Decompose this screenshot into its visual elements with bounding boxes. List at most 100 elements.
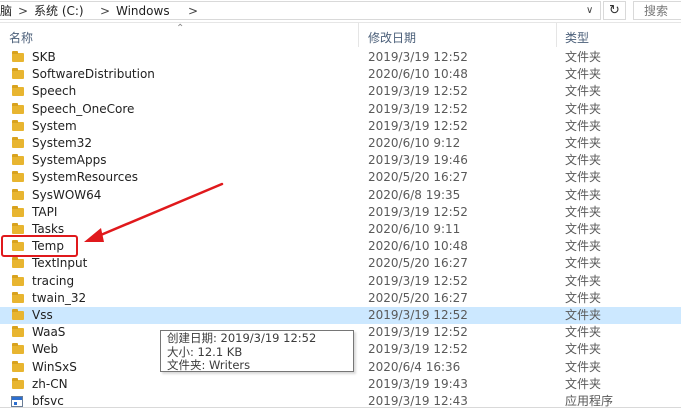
file-modified-date: 2019/3/19 12:52: [368, 204, 468, 219]
folder-icon: [12, 360, 24, 372]
application-icon: [11, 396, 23, 407]
file-row[interactable]: Temp 2020/6/10 10:48 文件夹: [0, 238, 681, 255]
folder-icon: [12, 68, 24, 80]
highlight-box: [1, 235, 78, 257]
column-header-bar: ⌃ 名称 修改日期 类型: [0, 23, 681, 47]
chevron-right-icon[interactable]: >: [100, 2, 110, 20]
folder-icon: [12, 309, 24, 320]
file-modified-date: 2019/3/19 19:43: [368, 376, 468, 391]
address-bar: 脑 > 系统 (C:) > Windows > ∨ ↻ 搜索: [0, 0, 681, 23]
file-type: 文件夹: [565, 50, 602, 64]
file-row[interactable]: Tasks 2020/6/10 9:11 文件夹: [0, 221, 681, 238]
search-placeholder: 搜索: [644, 4, 669, 18]
file-row[interactable]: SoftwareDistribution 2020/6/10 10:48 文件夹: [0, 66, 681, 83]
folder-icon: [12, 291, 24, 303]
file-type: 文件夹: [565, 376, 602, 391]
file-type: 文件夹: [565, 118, 602, 133]
refresh-button[interactable]: ↻: [603, 1, 626, 20]
file-type: 文件夹: [565, 222, 602, 236]
column-divider[interactable]: [358, 23, 359, 47]
file-name: tracing: [32, 273, 75, 288]
chevron-right-icon[interactable]: >: [188, 2, 198, 20]
file-name: SysWOW64: [32, 187, 102, 202]
file-type: 文件夹: [565, 290, 602, 305]
folder-icon: [12, 171, 24, 183]
file-modified-date: 2019/3/19 12:52: [368, 50, 468, 64]
file-modified-date: 2020/6/8 19:35: [368, 187, 461, 202]
file-modified-date: 2020/5/20 16:27: [368, 290, 468, 305]
file-type: 文件夹: [565, 239, 602, 254]
file-row[interactable]: SKB 2019/3/19 12:52 文件夹: [0, 49, 681, 66]
chevron-down-icon[interactable]: ∨: [586, 2, 593, 20]
file-name: zh-CN: [32, 376, 68, 391]
file-type: 文件夹: [565, 170, 602, 185]
file-type: 文件夹: [565, 101, 602, 116]
column-header-type[interactable]: 类型: [565, 29, 589, 46]
tooltip-size: 大小: 12.1 KB: [167, 344, 243, 359]
file-row[interactable]: SystemResources 2020/5/20 16:27 文件夹: [0, 169, 681, 186]
folder-icon: [12, 137, 24, 148]
file-row[interactable]: System 2019/3/19 12:52 文件夹: [0, 118, 681, 135]
column-header-name[interactable]: 名称: [9, 29, 33, 46]
file-row[interactable]: SysWOW64 2020/6/8 19:35 文件夹: [0, 187, 681, 204]
file-row[interactable]: TAPI 2019/3/19 12:52 文件夹: [0, 204, 681, 221]
file-name: System: [32, 118, 77, 133]
file-modified-date: 2019/3/19 12:52: [368, 325, 468, 340]
file-type: 文件夹: [565, 187, 602, 202]
sort-ascending-icon: ⌃: [176, 23, 185, 34]
file-row[interactable]: SystemApps 2019/3/19 19:46 文件夹: [0, 152, 681, 169]
breadcrumb-item-drive[interactable]: 系统 (C:): [34, 2, 84, 20]
file-name: TAPI: [32, 204, 58, 219]
file-type: 文件夹: [565, 273, 602, 288]
file-modified-date: 2020/6/10 9:12: [368, 136, 461, 150]
file-type: 文件夹: [565, 204, 602, 219]
file-modified-date: 2019/3/19 12:52: [368, 308, 468, 322]
search-input[interactable]: 搜索: [633, 1, 681, 20]
file-modified-date: 2020/6/4 16:36: [368, 359, 461, 374]
file-type: 文件夹: [565, 136, 602, 150]
file-type: 文件夹: [565, 308, 602, 322]
folder-icon: [12, 223, 24, 234]
file-type: 文件夹: [565, 67, 602, 82]
file-row[interactable]: TextInput 2020/5/20 16:27 文件夹: [0, 255, 681, 272]
file-row[interactable]: Vss 2019/3/19 12:52 文件夹: [0, 307, 681, 324]
folder-icon: [12, 119, 24, 131]
file-name: SystemResources: [32, 170, 139, 185]
file-name: twain_32: [32, 290, 87, 305]
tooltip-created-date: 创建日期: 2019/3/19 12:52: [167, 331, 317, 345]
file-modified-date: 2020/6/10 10:48: [368, 239, 468, 254]
file-modified-date: 2020/6/10 10:48: [368, 67, 468, 82]
file-name: SKB: [32, 50, 56, 64]
chevron-right-icon[interactable]: >: [18, 2, 28, 20]
file-modified-date: 2019/3/19 12:52: [368, 273, 468, 288]
divider: [0, 407, 681, 408]
file-name: System32: [32, 136, 93, 150]
breadcrumb[interactable]: 脑 > 系统 (C:) > Windows > ∨: [0, 1, 601, 20]
folder-icon: [12, 154, 24, 166]
column-header-date[interactable]: 修改日期: [368, 29, 416, 46]
folder-icon: [12, 205, 24, 217]
breadcrumb-item-computer[interactable]: 脑: [0, 2, 12, 20]
file-modified-date: 2019/3/19 12:52: [368, 84, 468, 99]
file-row[interactable]: zh-CN 2019/3/19 19:43 文件夹: [0, 376, 681, 393]
file-name: SoftwareDistribution: [32, 67, 155, 82]
file-type: 文件夹: [565, 342, 602, 357]
file-row[interactable]: System32 2020/6/10 9:12 文件夹: [0, 135, 681, 152]
file-row[interactable]: Speech 2019/3/19 12:52 文件夹: [0, 83, 681, 100]
folder-icon: [12, 85, 24, 97]
refresh-icon: ↻: [609, 3, 620, 18]
folder-icon: [12, 274, 24, 286]
file-modified-date: 2020/5/20 16:27: [368, 256, 468, 271]
file-modified-date: 2019/3/19 19:46: [368, 153, 468, 168]
file-row[interactable]: twain_32 2020/5/20 16:27 文件夹: [0, 290, 681, 307]
column-divider[interactable]: [556, 23, 557, 47]
file-row[interactable]: Speech_OneCore 2019/3/19 12:52 文件夹: [0, 101, 681, 118]
file-row[interactable]: tracing 2019/3/19 12:52 文件夹: [0, 273, 681, 290]
folder-icon: [12, 257, 24, 269]
file-modified-date: 2019/3/19 12:52: [368, 118, 468, 133]
folder-icon: [12, 51, 24, 62]
file-type: 文件夹: [565, 256, 602, 271]
file-modified-date: 2019/3/19 12:52: [368, 101, 468, 116]
file-name: SystemApps: [32, 153, 107, 168]
breadcrumb-item-windows[interactable]: Windows: [116, 2, 170, 20]
